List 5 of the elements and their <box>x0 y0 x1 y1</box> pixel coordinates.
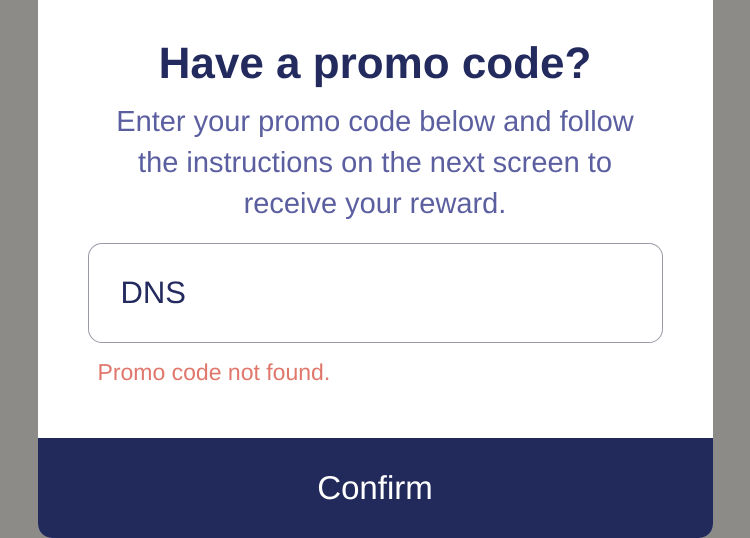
error-message: Promo code not found. <box>98 359 330 385</box>
promo-code-field[interactable]: DNS <box>88 243 662 343</box>
dialog-description: Enter your promo code below and follow the instructions on the next screen to receive your reward. <box>115 105 635 222</box>
confirm-button[interactable]: Confirm <box>38 438 712 538</box>
dialog-title: Have a promo code? <box>158 38 592 90</box>
